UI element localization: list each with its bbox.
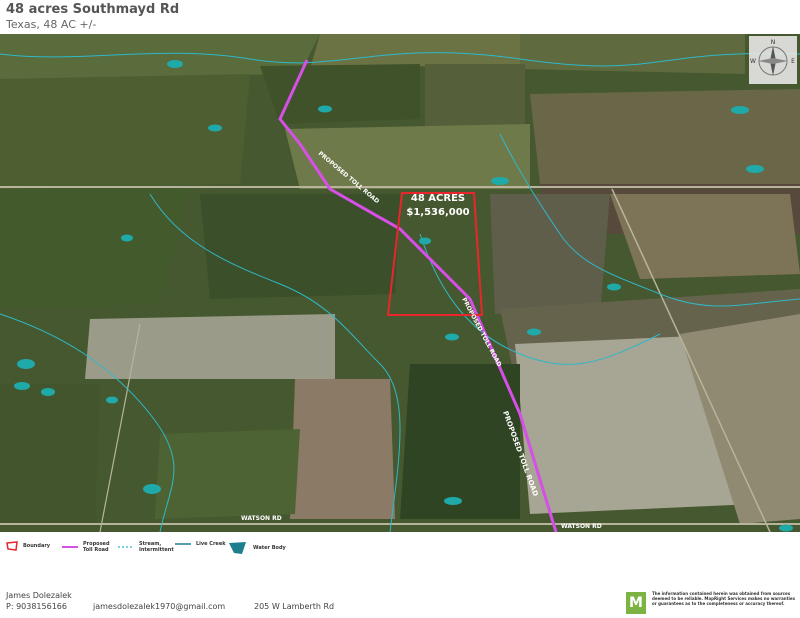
- header: 48 acres Southmayd Rd Texas, 48 AC +/-: [0, 0, 800, 34]
- page-subtitle: Texas, 48 AC +/-: [6, 18, 97, 31]
- field-sw: [0, 384, 100, 524]
- water-body: [731, 106, 749, 114]
- compass-rose: N E W: [749, 36, 797, 84]
- water-body: [746, 165, 764, 173]
- water-body: [318, 105, 332, 113]
- agent-phone[interactable]: P: 9038156166: [6, 602, 67, 611]
- water-body: [106, 396, 118, 404]
- compass-n: N: [771, 39, 776, 46]
- woods-south: [400, 364, 520, 519]
- footer: James Dolezalek P: 9038156166 jamesdolez…: [0, 566, 800, 618]
- legend-label: Stream, Intermittent: [139, 541, 174, 553]
- map-canvas[interactable]: 48 ACRES $1,536,000 PROPOSED TOLL ROAD P…: [0, 34, 800, 532]
- legend-item-boundary: Boundary: [6, 541, 50, 551]
- solid-line-icon: [175, 543, 191, 545]
- water-body: [527, 328, 541, 336]
- field-center-east: [490, 194, 610, 314]
- water-body: [208, 124, 222, 132]
- page-title: 48 acres Southmayd Rd: [6, 2, 180, 17]
- legend-label: Proposed Toll Road: [83, 541, 110, 553]
- boundary-polygon-icon: [6, 541, 18, 551]
- field-north: [310, 34, 520, 69]
- water-body: [445, 333, 459, 341]
- legend-label: Boundary: [23, 543, 51, 549]
- water-body: [607, 283, 621, 291]
- legend-item-live-creek: Live Creek: [175, 541, 226, 547]
- agent-email[interactable]: jamesdolezalek1970@gmail.com: [93, 602, 225, 611]
- dashed-line-icon: [118, 546, 134, 548]
- field-ne: [520, 34, 745, 74]
- water-body: [41, 388, 55, 396]
- compass-w: W: [750, 58, 756, 65]
- agent-address: 205 W Lamberth Rd: [254, 602, 335, 611]
- watson-rd-label-2: WATSON RD: [561, 523, 602, 530]
- field-north-dark: [260, 64, 420, 124]
- field-south: [155, 429, 300, 519]
- field-north-2: [425, 64, 525, 134]
- woods-center: [200, 194, 400, 299]
- parcel-price-label: $1,536,000: [406, 207, 469, 218]
- agent-name: James Dolezalek: [6, 591, 72, 600]
- legend-label: Water Body: [253, 545, 286, 551]
- legend-item-water-body: Water Body: [228, 541, 286, 555]
- legend-item-toll-road: Proposed Toll Road: [62, 541, 111, 553]
- mapright-logo: M: [626, 592, 646, 614]
- field-east-plowed: [610, 194, 800, 279]
- legend-label: Live Creek: [196, 541, 226, 547]
- field-west: [0, 74, 250, 189]
- disclaimer: The information contained herein was obt…: [652, 591, 796, 606]
- compass-icon: N E W: [749, 36, 797, 84]
- water-body: [17, 359, 35, 369]
- compass-e: E: [791, 58, 795, 65]
- field-south-brown: [290, 379, 395, 519]
- water-body: [167, 60, 183, 68]
- water-polygon-icon: [229, 542, 246, 554]
- aerial-map[interactable]: 48 ACRES $1,536,000 PROPOSED TOLL ROAD P…: [0, 34, 800, 532]
- water-body: [143, 484, 161, 494]
- water-body: [14, 382, 30, 390]
- water-body: [121, 234, 133, 242]
- map-legend: Boundary Proposed Toll Road Stream, Inte…: [0, 533, 800, 565]
- legend-item-stream: Stream, Intermittent: [118, 541, 175, 553]
- water-body: [444, 497, 462, 505]
- water-body: [779, 524, 793, 532]
- watson-rd-label: WATSON RD: [241, 515, 282, 522]
- water-body: [419, 237, 431, 245]
- field-gray: [85, 314, 335, 379]
- parcel-acreage-label: 48 ACRES: [411, 193, 465, 204]
- water-body: [491, 177, 509, 185]
- magenta-line-icon: [62, 546, 78, 548]
- field-west-2: [0, 189, 190, 309]
